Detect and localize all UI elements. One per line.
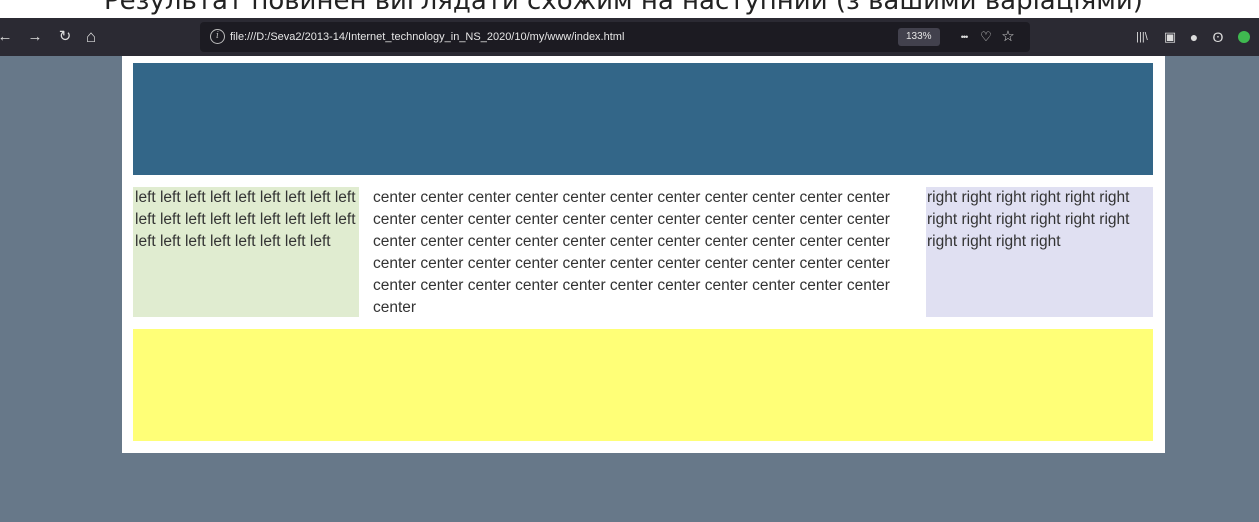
sidebar-icon: ▣ [1163, 29, 1177, 44]
shield-status-icon[interactable] [1238, 31, 1250, 43]
sidebar-button[interactable]: ▣ [1160, 27, 1180, 47]
pocket-icon: ♡ [980, 29, 992, 44]
page-actions-button[interactable]: ••• [952, 26, 976, 48]
account-button[interactable]: ʘ [1208, 27, 1228, 47]
forward-arrow-icon: → [27, 28, 43, 45]
back-arrow-icon: ← [0, 28, 13, 45]
more-dots-icon: ••• [960, 32, 969, 42]
right-column-text: right right right right right right righ… [927, 189, 1130, 250]
forward-button[interactable]: → [26, 27, 44, 47]
account-icon: ʘ [1212, 29, 1224, 45]
pocket-button[interactable]: ♡ [976, 26, 996, 48]
center-column-text: center center center center center cente… [373, 189, 890, 316]
library-icon: |||\ [1136, 31, 1148, 43]
left-column-text: left left left left left left left left … [135, 189, 356, 250]
back-button[interactable]: ← [0, 27, 14, 47]
home-icon: ⌂ [85, 27, 97, 46]
url-text[interactable]: file:///D:/Seva2/2013-14/Internet_techno… [230, 22, 624, 52]
right-column: right right right right right right righ… [926, 187, 1153, 317]
header-block [133, 63, 1153, 175]
extension-icon: ● [1189, 29, 1199, 45]
slide-caption-text: Результат повинен виглядати схожим на на… [104, 0, 1143, 16]
left-column: left left left left left left left left … [133, 187, 359, 317]
reload-button[interactable]: ↻ [56, 27, 74, 47]
slide-caption: Результат повинен виглядати схожим на на… [0, 0, 1259, 18]
page-container: left left left left left left left left … [122, 56, 1165, 453]
address-bar[interactable]: i file:///D:/Seva2/2013-14/Internet_tech… [200, 22, 1030, 52]
extension-button[interactable]: ● [1184, 27, 1204, 47]
home-button[interactable]: ⌂ [82, 27, 100, 47]
library-button[interactable]: |||\ [1132, 27, 1152, 47]
footer-block [133, 329, 1153, 441]
browser-toolbar: ← → ↻ ⌂ i file:///D:/Seva2/2013-14/Inter… [0, 18, 1259, 56]
info-icon[interactable]: i [210, 29, 225, 44]
bookmark-button[interactable]: ☆ [998, 26, 1018, 48]
star-icon: ☆ [1001, 28, 1015, 45]
page-viewport: left left left left left left left left … [0, 56, 1259, 522]
reload-icon: ↻ [58, 28, 72, 45]
zoom-level-badge[interactable]: 133% [898, 28, 940, 46]
center-column: center center center center center cente… [371, 187, 924, 317]
